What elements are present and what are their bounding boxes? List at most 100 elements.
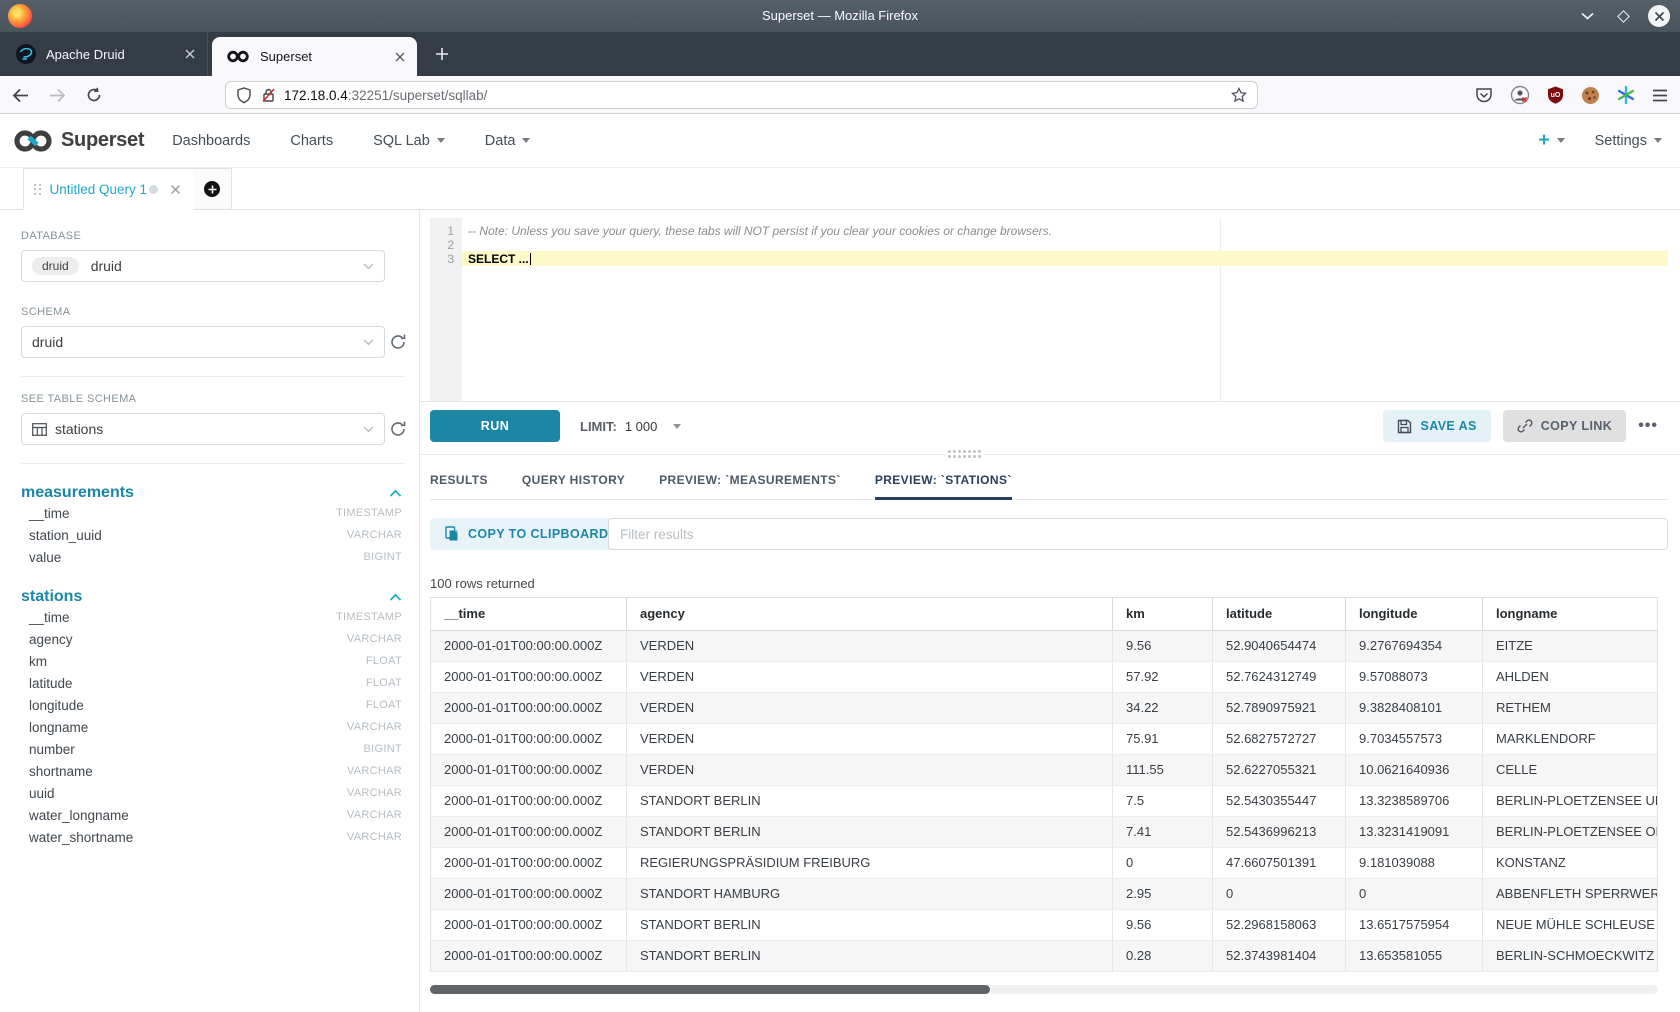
new-tab-button[interactable] (428, 40, 456, 68)
table-section-stations[interactable]: stations (21, 588, 402, 606)
close-icon[interactable] (1648, 5, 1670, 27)
query-tab-untitled[interactable]: Untitled Query 1 (23, 168, 194, 210)
browser-tab-apache-druid[interactable]: Apache Druid (2, 32, 208, 76)
save-as-button[interactable]: SAVE AS (1383, 410, 1490, 442)
copy-to-clipboard-button[interactable]: COPY TO CLIPBOARD (430, 518, 623, 550)
lock-broken-icon[interactable] (261, 87, 276, 103)
nav-item-charts[interactable]: Charts (290, 133, 333, 149)
table-cell: 2000-01-01T00:00:00.000Z (431, 910, 627, 940)
resize-handle-icon[interactable] (945, 449, 984, 459)
scrollbar-thumb[interactable] (430, 985, 990, 994)
browser-tab-strip: Apache Druid Superset (0, 32, 1680, 76)
table-cell: 75.91 (1113, 724, 1213, 754)
column-name: station_uuid (29, 528, 347, 543)
column-name: __time (29, 506, 336, 521)
url-host: 172.18.0.4 (284, 88, 348, 103)
pane-divider[interactable] (420, 454, 1680, 455)
table-cell: 2000-01-01T00:00:00.000Z (431, 941, 627, 971)
column-type: VARCHAR (347, 633, 402, 645)
minimize-icon[interactable] (1576, 5, 1598, 27)
editor-toolbar: RUN LIMIT: 1 000 SAVE AS (420, 401, 1680, 448)
rows-returned-label: 100 rows returned (430, 576, 535, 591)
collapse-chevron-icon[interactable] (389, 593, 402, 602)
shield-icon[interactable] (236, 87, 252, 104)
limit-dropdown[interactable]: LIMIT: 1 000 (580, 410, 681, 442)
schema-label: SCHEMA (21, 306, 405, 318)
forward-icon[interactable] (49, 88, 66, 103)
column-name: number (29, 742, 364, 757)
add-query-tab-button[interactable] (193, 168, 232, 210)
sql-editor[interactable]: 1 2 3 -- Note: Unless you save your quer… (430, 218, 1668, 401)
column-header-longname[interactable]: longname (1483, 598, 1657, 630)
column-name: longname (29, 720, 347, 735)
column-name: shortname (29, 764, 347, 779)
nav-item-data[interactable]: Data (485, 133, 531, 149)
cookie-icon[interactable] (1581, 86, 1600, 105)
window-controls (1576, 0, 1670, 32)
table-select[interactable]: stations (21, 413, 385, 445)
table-cell: BERLIN-PLOETZENSEE UP (1483, 786, 1657, 816)
column-header-longitude[interactable]: longitude (1346, 598, 1483, 630)
bookmark-star-icon[interactable] (1231, 87, 1247, 103)
collapse-chevron-icon[interactable] (389, 489, 402, 498)
tab-close-icon[interactable] (391, 48, 409, 66)
nav-item-dashboards[interactable]: Dashboards (172, 133, 250, 149)
superset-logo[interactable]: Superset (12, 127, 144, 155)
results-tab-query-history[interactable]: QUERY HISTORY (522, 462, 625, 500)
refresh-tables-icon[interactable] (389, 420, 407, 438)
copy-link-button[interactable]: COPY LINK (1503, 410, 1626, 442)
table-cell: VERDEN (627, 724, 1113, 754)
column-type: BIGINT (364, 551, 402, 563)
ublock-icon[interactable]: uO (1547, 86, 1564, 104)
table-schema-list: measurements__timeTIMESTAMPstation_uuidV… (21, 484, 405, 848)
database-label: DATABASE (21, 230, 405, 242)
url-bar[interactable]: 172.18.0.4:32251/superset/sqllab/ (225, 81, 1258, 109)
table-cell: 9.3828408101 (1346, 693, 1483, 723)
nav-item-sql-lab[interactable]: SQL Lab (373, 133, 445, 149)
tab-label: Apache Druid (46, 47, 181, 62)
column-header-latitude[interactable]: latitude (1213, 598, 1346, 630)
table-section-measurements[interactable]: measurements (21, 484, 402, 502)
table-cell: STANDORT BERLIN (627, 817, 1113, 847)
table-cell: 7.5 (1113, 786, 1213, 816)
asterisk-extension-icon[interactable] (1617, 86, 1635, 104)
table-cell: STANDORT BERLIN (627, 910, 1113, 940)
caret-down-icon (1654, 138, 1662, 143)
new-item-button[interactable]: + (1538, 131, 1564, 150)
horizontal-scrollbar[interactable] (430, 985, 1658, 994)
refresh-schemas-icon[interactable] (389, 333, 407, 351)
column-header-time[interactable]: __time (431, 598, 627, 630)
more-options-icon[interactable]: ••• (1638, 417, 1658, 435)
settings-menu[interactable]: Settings (1595, 133, 1662, 149)
hamburger-menu-icon[interactable] (1652, 89, 1668, 102)
results-tab-preview-stations[interactable]: PREVIEW: `STATIONS` (875, 462, 1012, 500)
table-cell: 0.28 (1113, 941, 1213, 971)
account-extension-icon[interactable] (1510, 85, 1530, 105)
database-tag: druid (32, 257, 79, 275)
table-cell: 52.6227055321 (1213, 755, 1346, 785)
maximize-icon[interactable] (1612, 5, 1634, 27)
table-row: 2000-01-01T00:00:00.000ZVERDEN34.2252.78… (431, 693, 1657, 724)
results-tab-results[interactable]: RESULTS (430, 462, 488, 500)
nav-item-label: Data (485, 133, 516, 149)
tab-close-icon[interactable] (181, 45, 199, 63)
column-header-km[interactable]: km (1113, 598, 1213, 630)
database-select[interactable]: druid druid (21, 250, 385, 282)
pocket-icon[interactable] (1475, 87, 1493, 104)
schema-select[interactable]: druid (21, 326, 385, 358)
browser-tab-superset[interactable]: Superset (212, 37, 417, 76)
table-cell: 52.5436996213 (1213, 817, 1346, 847)
reload-icon[interactable] (86, 87, 102, 103)
filter-results-input[interactable] (608, 518, 1668, 550)
navbar-right: + Settings (1538, 131, 1662, 150)
back-icon[interactable] (12, 88, 29, 103)
column-header-agency[interactable]: agency (627, 598, 1113, 630)
drag-handle-icon[interactable] (34, 184, 41, 195)
table-cell: 2000-01-01T00:00:00.000Z (431, 879, 627, 909)
close-tab-icon[interactable] (170, 184, 181, 195)
table-row: 2000-01-01T00:00:00.000ZSTANDORT BERLIN7… (431, 817, 1657, 848)
table-cell: 9.56 (1113, 910, 1213, 940)
run-button[interactable]: RUN (430, 410, 560, 442)
table-cell: 52.7624312749 (1213, 662, 1346, 692)
results-tab-preview-measurements[interactable]: PREVIEW: `MEASUREMENTS` (659, 462, 841, 500)
